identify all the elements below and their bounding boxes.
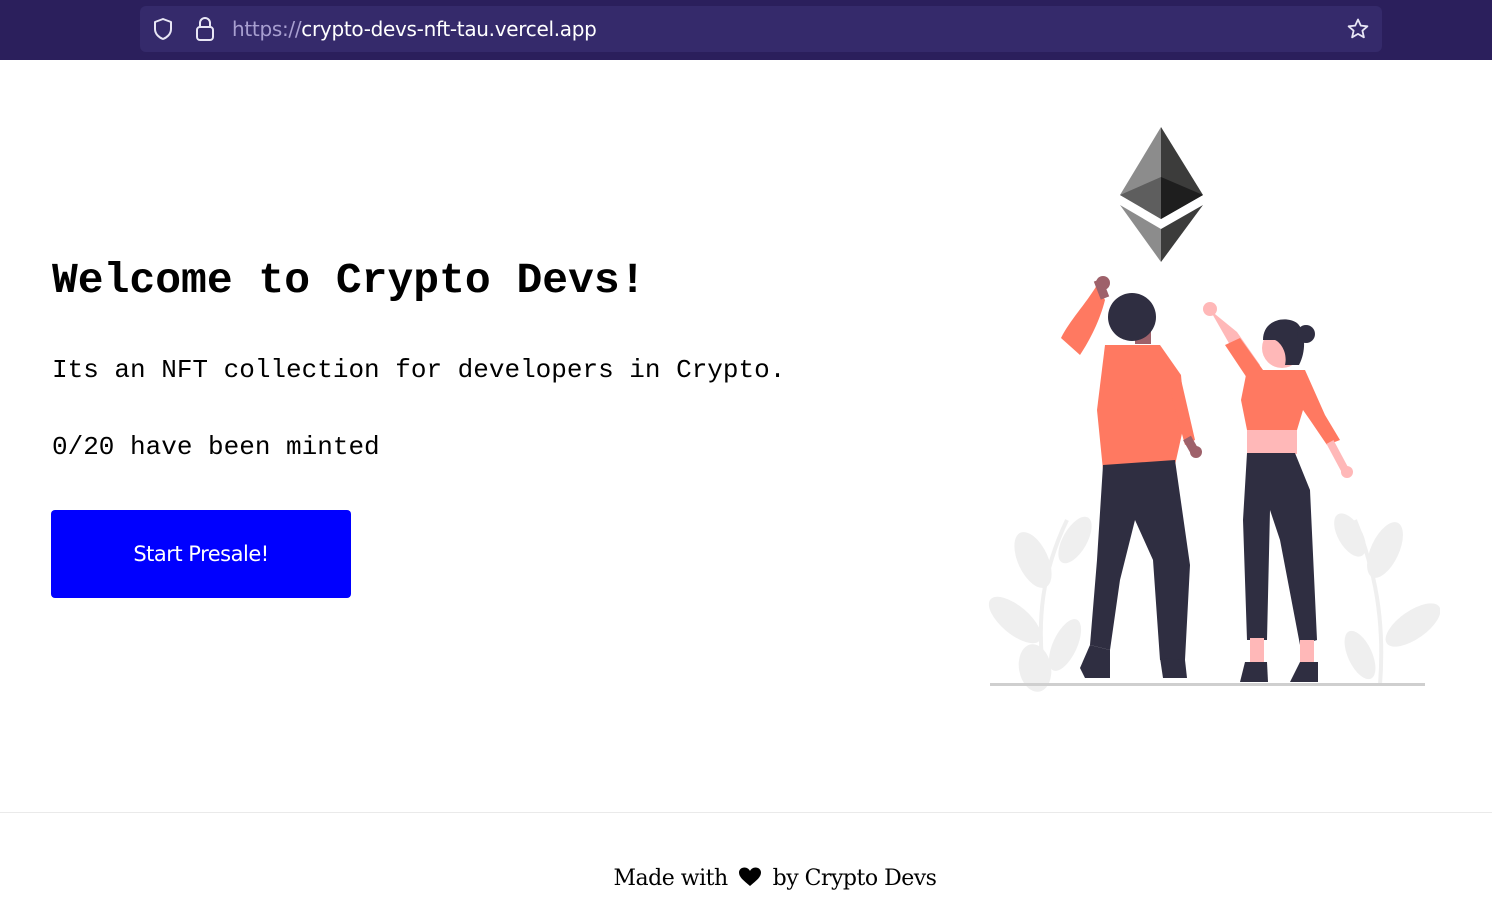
address-bar[interactable]: https://crypto-devs-nft-tau.vercel.app (140, 6, 1382, 52)
woman-figure (1203, 302, 1353, 682)
heart-icon (739, 867, 762, 886)
footer: Made with by Crypto Devs (0, 862, 1492, 896)
collection-description: Its an NFT collection for developers in … (52, 355, 786, 385)
lock-icon[interactable] (194, 16, 216, 42)
footer-text-after: by Crypto Devs (772, 866, 937, 891)
ethereum-icon (1120, 127, 1203, 262)
page-title: Welcome to Crypto Devs! (52, 256, 646, 305)
man-figure (1061, 276, 1202, 678)
crypto-devs-illustration (988, 127, 1440, 692)
browser-toolbar: https://crypto-devs-nft-tau.vercel.app (0, 0, 1492, 60)
minted-count: 0/20 have been minted (52, 432, 380, 462)
url-host: crypto-devs-nft-tau.vercel.app (301, 17, 597, 41)
shield-icon[interactable] (152, 17, 174, 41)
footer-text-before: Made with (613, 866, 729, 891)
star-icon[interactable] (1346, 17, 1370, 41)
footer-divider (0, 812, 1492, 813)
url-protocol: https:// (232, 17, 302, 41)
url-text[interactable]: https://crypto-devs-nft-tau.vercel.app (232, 17, 597, 41)
plant-decoration (988, 513, 1440, 692)
start-presale-button[interactable]: Start Presale! (51, 510, 351, 598)
